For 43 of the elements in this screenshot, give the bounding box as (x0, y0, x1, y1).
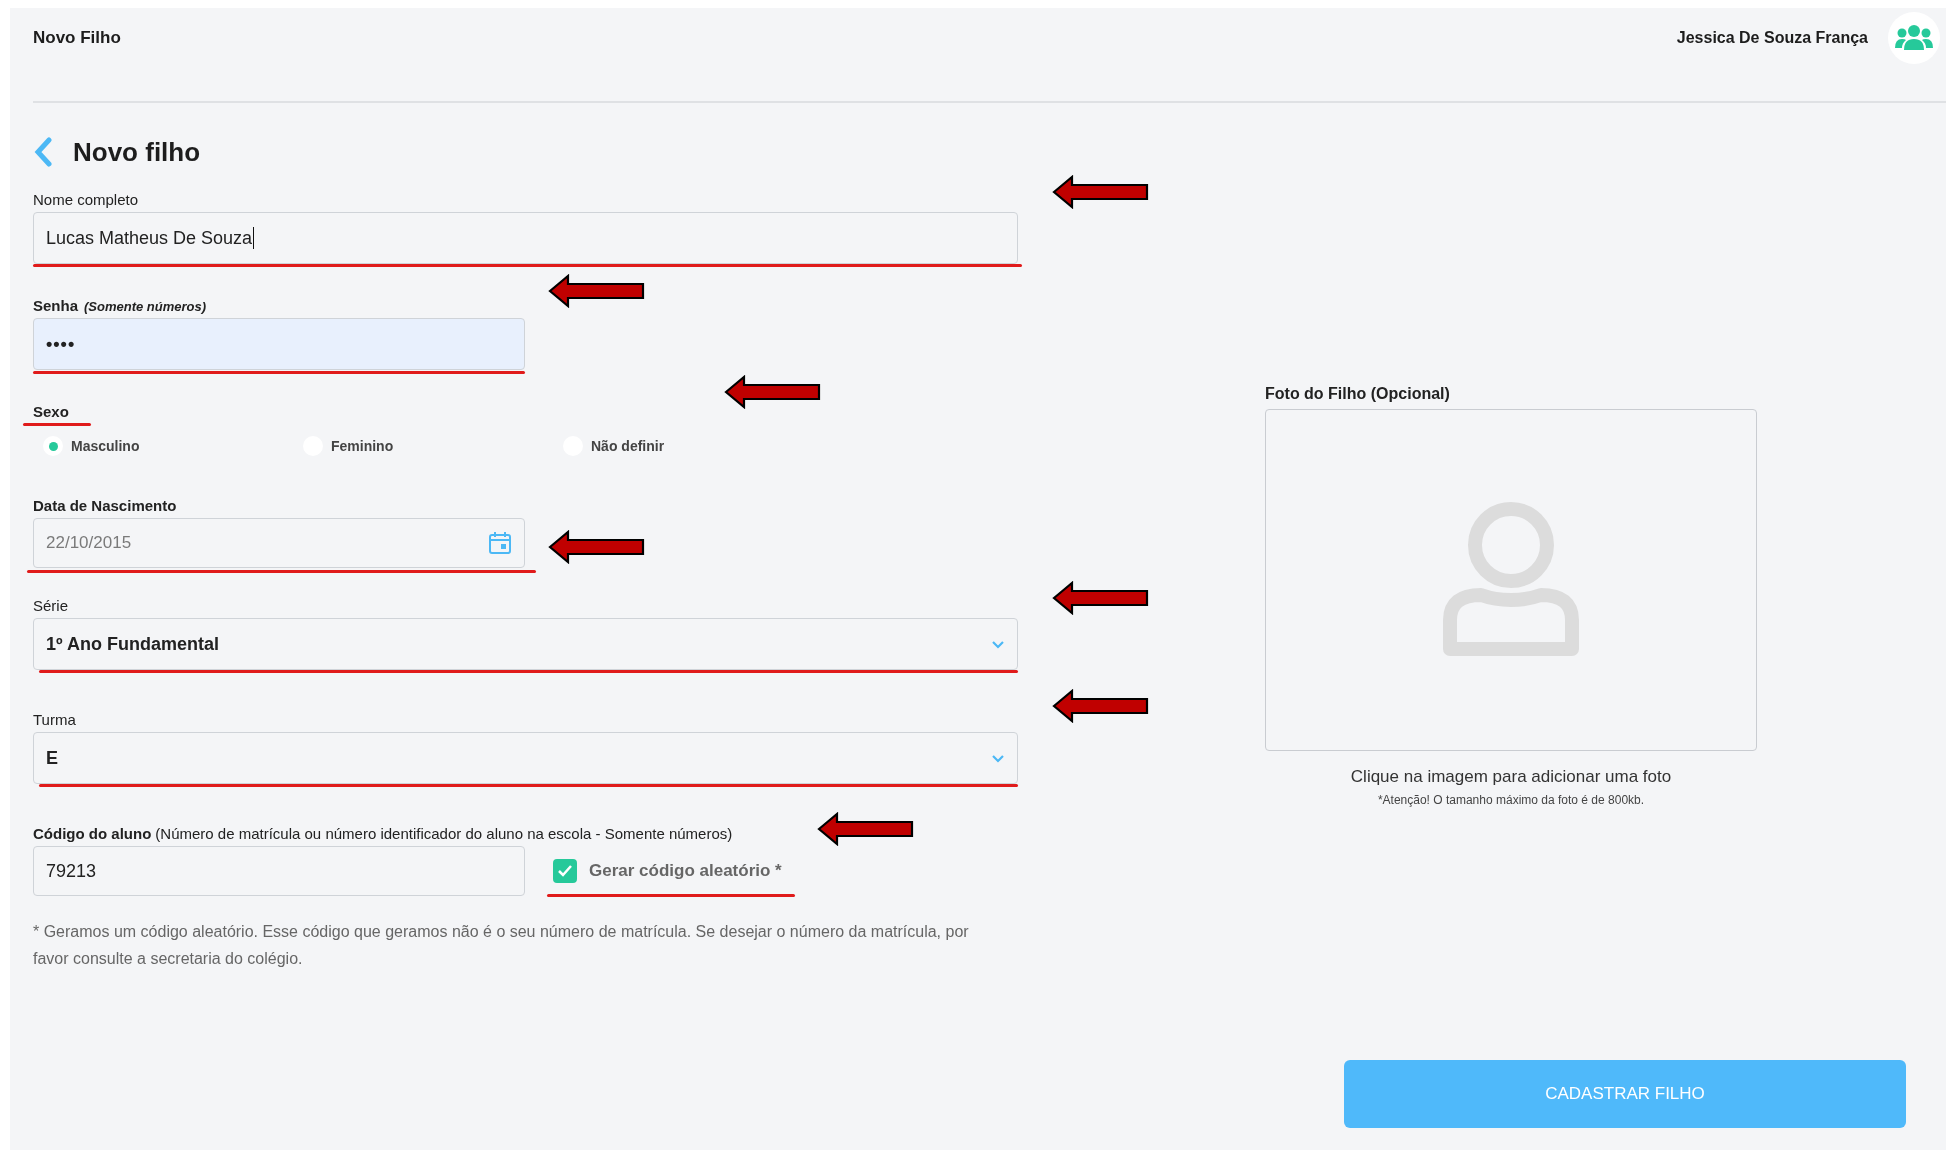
code-input[interactable]: 79213 (33, 846, 525, 896)
field-label: Série (33, 597, 69, 614)
group-icon (1895, 24, 1933, 52)
field-value: E (46, 747, 58, 769)
user-name: Jessica De Souza França (1676, 29, 1868, 47)
select-dropdown[interactable]: E (33, 732, 1018, 784)
select-dropdown[interactable]: 1º Ano Fundamental (33, 618, 1018, 670)
photo-upload-area[interactable] (1265, 409, 1757, 751)
photo-label: Foto do Filho (Opcional) (1265, 385, 1451, 404)
checkbox[interactable] (553, 859, 577, 883)
checkbox-label[interactable]: Gerar código aleatório * (589, 861, 782, 881)
field-value: Lucas Matheus De Souza (46, 227, 253, 249)
field-label: Data de Nascimento (33, 497, 177, 514)
field-label: Senha (33, 297, 78, 314)
field-label: Turma (33, 711, 76, 728)
photo-size-note: *Atenção! O tamanho máximo da foto é de 800kb. (1376, 793, 1646, 807)
date-input[interactable]: 22/10/2015 (33, 518, 525, 568)
field-value: 79213 (46, 860, 97, 882)
checkmark-icon (557, 864, 573, 878)
field-label: Nome completo (33, 191, 139, 208)
photo-caption: Clique na imagem para adicionar uma foto (1349, 767, 1673, 787)
field-hint: (Número de matrícula ou número identificador do aluno na escola - Somente números) (155, 825, 733, 842)
chevron-down-icon (991, 753, 1005, 763)
field-value: 22/10/2015 (46, 533, 132, 553)
name-input[interactable]: Lucas Matheus De Souza (33, 212, 1018, 264)
page-header-title: Novo Filho (33, 28, 121, 48)
footnote-text: * Geramos um código aleatório. Esse código que geramos não é o seu número de matrícula. Se desejar o número da matrícula, por favor consulte a secretaria do colégio. (33, 922, 970, 969)
field-value: •••• (46, 333, 76, 355)
page-title: Novo filho (73, 136, 201, 168)
back-chevron-icon[interactable] (33, 137, 53, 167)
radio-option[interactable]: Masculino (43, 436, 303, 456)
field-value: 1º Ano Fundamental (46, 633, 219, 655)
radio-option[interactable]: Não definir (563, 436, 823, 456)
user-avatar[interactable] (1888, 12, 1940, 64)
chevron-down-icon (991, 639, 1005, 649)
password-input[interactable]: •••• (33, 318, 525, 370)
field-hint: (Somente números) (84, 299, 207, 314)
person-placeholder-icon (1443, 502, 1579, 658)
calendar-icon[interactable] (488, 531, 512, 555)
radio-option[interactable]: Feminino (303, 436, 563, 456)
radio-button[interactable] (43, 436, 63, 456)
field-label: Código do aluno (33, 825, 152, 842)
field-label: Sexo (33, 403, 69, 420)
